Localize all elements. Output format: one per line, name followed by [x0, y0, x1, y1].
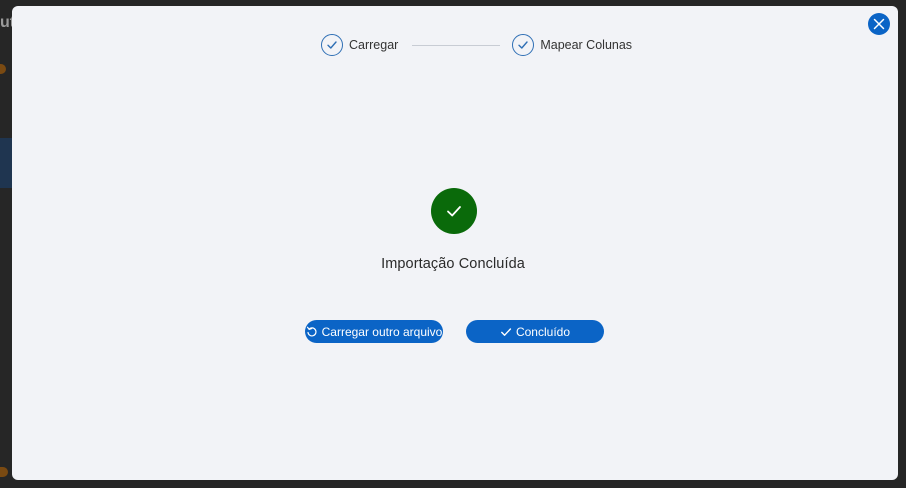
step-carregar: Carregar [321, 34, 398, 56]
close-button[interactable] [868, 13, 890, 35]
step-connector [412, 44, 501, 46]
step-label: Mapear Colunas [540, 38, 633, 52]
backdrop-panel [0, 138, 12, 188]
step-label: Carregar [349, 38, 399, 52]
done-button[interactable]: Concluído [466, 320, 604, 343]
check-icon [321, 34, 343, 56]
load-another-file-button[interactable]: Carregar outro arquivo [305, 320, 443, 343]
success-title: Importação Concluída [381, 256, 525, 272]
backdrop-badge [0, 467, 8, 477]
check-circle-icon [431, 188, 477, 234]
check-icon [512, 34, 535, 56]
refresh-icon [306, 326, 318, 338]
import-modal: Carregar Mapear Colunas Importação Concl… [12, 6, 898, 480]
stepper: Carregar Mapear Colunas [321, 33, 632, 57]
step-mapear-colunas: Mapear Colunas [512, 34, 632, 56]
check-icon [500, 326, 512, 338]
button-label: Concluído [515, 324, 571, 339]
close-icon [873, 18, 885, 30]
backdrop-badge [0, 64, 6, 74]
button-label: Carregar outro arquivo [321, 324, 443, 339]
